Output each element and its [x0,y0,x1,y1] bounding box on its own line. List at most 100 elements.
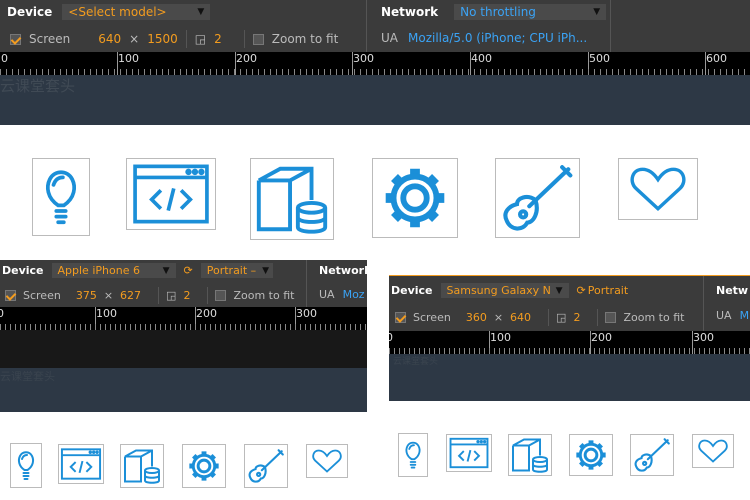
times-sign: × [493,311,504,324]
zoom-to-fit-label: Zoom to fit [623,311,685,324]
device-select[interactable]: Samsung Galaxy N( ▼ [440,283,569,298]
ruler-label: 100 [96,307,117,320]
dpr-icon: ◲ [194,32,207,46]
ruler-label: 300 [353,52,374,65]
orientation-select[interactable]: Portrait – ▼ [200,263,273,278]
rotate-icon[interactable]: ⟳ [184,264,193,277]
device-toolbar: Device Apple iPhone 6 ▼ ⟳ Portrait – ▼ Scr… [0,260,367,307]
ua-label: UA [319,288,335,301]
device-label: Device [7,5,53,19]
ruler-label: 200 [236,52,257,65]
emulation-panel-iphone6: Device Apple iPhone 6 ▼ ⟳ Portrait – ▼ Scr… [0,260,367,412]
ua-input[interactable]: Mozilla/5.0 (iPhone; CPU iPh... [408,31,587,45]
network-value: No throttling [460,5,536,19]
height-input[interactable]: 1500 [147,32,178,46]
heart-icon [306,444,348,478]
dpr-input[interactable]: 2 [183,289,190,302]
gear-icon [372,158,458,238]
page-viewport: 云课堂套头 [0,368,367,412]
lightbulb-icon [10,443,42,488]
screen-label: Screen [23,289,61,302]
header-text: 云课堂套头 [0,370,55,383]
ruler: 0 100 200 300 [389,331,750,354]
header-text: 云课堂套头 [0,77,76,95]
ruler-label: 100 [490,331,511,344]
ruler-label: 300 [296,307,317,320]
zoom-to-fit-label: Zoom to fit [271,32,339,46]
page-viewport: 云课堂套头 [0,75,750,125]
ruler-label: 200 [591,331,612,344]
screen-checkbox[interactable] [10,33,21,45]
zoom-to-fit-checkbox[interactable] [605,312,617,323]
zoom-to-fit-checkbox[interactable] [252,33,264,45]
ruler-label: 400 [471,52,492,65]
ruler: 0 100 200 300 [0,307,367,330]
screen-checkbox[interactable] [5,290,16,301]
rotate-icon[interactable]: ⟳ [577,284,586,297]
dropdown-arrow-icon: ▼ [262,265,270,276]
ruler: 0 100 200 300 400 500 600 [0,52,750,75]
screen-checkbox[interactable] [395,312,406,323]
dpr-input[interactable]: 2 [573,311,580,324]
network-label: Network [319,264,367,277]
device-toolbar: Device Samsung Galaxy N( ▼ ⟳ Portrait Scr… [389,276,750,331]
device-select[interactable]: Apple iPhone 6 ▼ [51,263,176,278]
times-sign: × [103,289,114,302]
ua-label: UA [381,31,398,45]
screen-label: Screen [413,311,451,324]
code-window-icon [126,158,216,230]
height-input[interactable]: 627 [120,289,141,302]
screen-label: Screen [29,32,71,46]
page-viewport: 云课堂套头 [389,354,750,401]
ruler-label: 200 [196,307,217,320]
network-label: Network [381,5,439,19]
guitar-icon [244,444,288,488]
network-label: Netw [716,284,749,297]
ua-input[interactable]: Moz [343,288,365,301]
code-window-icon [446,434,492,472]
ruler-label: 100 [118,52,139,65]
box-database-icon [508,434,552,476]
width-input[interactable]: 360 [466,311,487,324]
device-value: Apple iPhone 6 [57,264,140,277]
device-select[interactable]: <Select model> ▼ [62,4,211,20]
width-input[interactable]: 640 [98,32,121,46]
zoom-to-fit-label: Zoom to fit [233,289,295,302]
device-value: Samsung Galaxy N( [446,284,550,297]
ruler-label: 600 [706,52,727,65]
lightbulb-icon [32,158,90,236]
ruler-label: 0 [1,52,8,65]
box-database-icon [120,444,164,488]
guitar-icon [495,158,580,238]
times-sign: × [129,32,140,46]
height-input[interactable]: 640 [510,311,531,324]
dropdown-arrow-icon: ▼ [593,7,601,17]
ruler-label: 300 [693,331,714,344]
dropdown-arrow-icon: ▼ [555,285,563,296]
dropdown-arrow-icon: ▼ [162,265,170,276]
orientation-value: Portrait – [206,264,257,277]
gear-icon [182,444,226,488]
network-select[interactable]: No throttling ▼ [454,4,607,20]
ruler-label: 0 [389,331,393,344]
dpr-input[interactable]: 2 [214,32,222,46]
code-window-icon [58,444,104,484]
device-label: Device [391,284,433,297]
guitar-icon [630,434,674,476]
ua-label: UA [716,309,732,322]
width-input[interactable]: 375 [76,289,97,302]
heart-icon [692,434,734,468]
box-database-icon [250,158,334,240]
zoom-to-fit-checkbox[interactable] [215,290,227,301]
lightbulb-icon [398,433,428,477]
device-label: Device [2,264,44,277]
gear-icon [569,434,613,476]
dropdown-arrow-icon: ▼ [197,7,205,17]
dpr-icon: ◲ [556,311,567,324]
ua-input[interactable]: M [740,309,750,322]
ruler-label: 0 [0,307,4,320]
orientation-select[interactable]: Portrait [588,284,628,297]
device-value: <Select model> [68,5,167,19]
emulation-panel-large: Device <Select model> ▼ Screen 640 × 1500… [0,0,750,125]
device-toolbar: Device <Select model> ▼ Screen 640 × 1500… [0,0,750,52]
